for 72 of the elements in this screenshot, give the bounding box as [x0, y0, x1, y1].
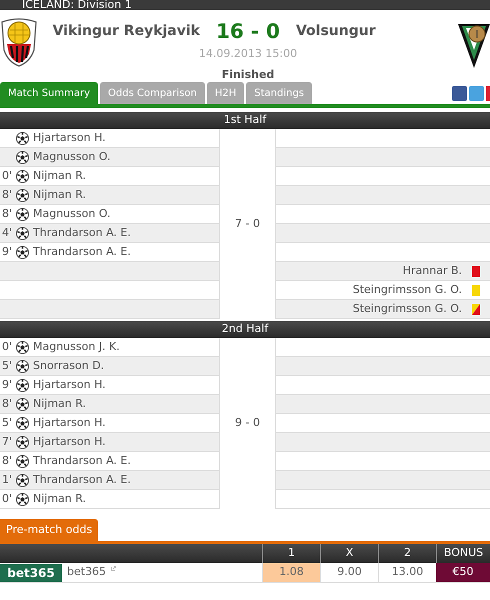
player-name: Thrandarson A. E.	[33, 452, 131, 469]
soccer-ball-icon	[16, 398, 29, 410]
match-score: 16 - 0	[216, 18, 280, 45]
facebook-icon[interactable]	[452, 86, 467, 101]
player-name: Snorrason D.	[33, 358, 104, 374]
bookmaker-logo[interactable]: bet365	[0, 564, 62, 582]
odds-value[interactable]: 1.08	[262, 563, 320, 582]
player-name: Hjartarson H.	[33, 130, 106, 146]
minute-text: 7'	[2, 434, 12, 450]
tab[interactable]: Odds Comparison	[100, 82, 205, 104]
minute-text: 0'	[2, 490, 12, 507]
soccer-ball-icon	[16, 378, 29, 392]
minute-text: 8'	[2, 396, 12, 412]
soccer-ball-icon	[16, 416, 29, 430]
player-name: Thrandarson A. E.	[33, 472, 131, 488]
player-name: Magnusson O.	[33, 148, 111, 165]
player-name: Thrandarson A. E.	[33, 224, 131, 241]
section-tab[interactable]: Pre-match odds	[0, 519, 98, 541]
player-name: Hjartarson H.	[33, 376, 106, 393]
minute-text: 5'	[2, 414, 12, 431]
tab[interactable]: Match Summary	[0, 82, 98, 104]
bookmaker-link[interactable]: bet365	[67, 564, 106, 581]
league-title: ICELAND: Division 1	[22, 0, 132, 10]
half-score: 7 - 0	[235, 216, 260, 232]
minute-text: 9'	[2, 376, 12, 393]
soccer-ball-icon	[16, 474, 29, 486]
home-team-name: Vikingur Reykjavik	[52, 22, 200, 40]
player-name: Steingrimsson G. O.	[352, 282, 462, 298]
minute-text: 1'	[2, 472, 12, 488]
soccer-ball-icon	[16, 132, 29, 144]
minute-text: 0'	[2, 168, 12, 184]
soccer-ball-icon	[16, 170, 29, 182]
player-name: Nijman R.	[33, 186, 86, 203]
soccer-ball-icon	[16, 246, 29, 258]
away-team-name: Volsungur	[296, 22, 377, 40]
half-score: 9 - 0	[235, 415, 260, 432]
soccer-ball-icon	[16, 188, 29, 202]
player-name: Thrandarson A. E.	[33, 244, 131, 260]
bonus-button[interactable]: €50	[436, 563, 490, 582]
external-link-icon	[111, 566, 116, 571]
minute-text: 8'	[2, 452, 12, 469]
minute-text: 4'	[2, 224, 12, 241]
soccer-ball-icon	[16, 340, 29, 354]
minute-text: 8'	[2, 186, 12, 203]
share-icon[interactable]	[486, 86, 490, 101]
player-name: Nijman R.	[33, 396, 86, 412]
minute-text: 8'	[2, 206, 12, 222]
minute-text: 5'	[2, 358, 12, 374]
section-header: 2nd Half	[0, 321, 490, 338]
minute-text: 9'	[2, 244, 12, 260]
section-header: 1st Half	[0, 112, 490, 129]
tab[interactable]: H2H	[206, 82, 244, 104]
player-name: Hjartarson H.	[33, 414, 106, 431]
match-status: Finished	[222, 66, 274, 82]
player-name: Steingrimsson G. O.	[352, 300, 462, 317]
soccer-ball-icon	[16, 454, 29, 468]
player-name: Hrannar B.	[402, 262, 462, 279]
soccer-ball-icon	[16, 436, 29, 448]
twitter-icon[interactable]	[469, 86, 484, 101]
soccer-ball-icon	[16, 150, 29, 164]
player-name: Nijman R.	[33, 168, 86, 184]
minute-text: 0'	[2, 338, 12, 355]
player-name: Magnusson J. K.	[33, 338, 120, 355]
player-name: Hjartarson H.	[33, 434, 106, 450]
soccer-ball-icon	[16, 360, 29, 372]
soccer-ball-icon	[16, 208, 29, 220]
soccer-ball-icon	[16, 226, 29, 240]
soccer-ball-icon	[16, 492, 29, 506]
match-datetime: 14.09.2013 15:00	[198, 46, 298, 62]
player-name: Nijman R.	[33, 490, 86, 507]
player-name: Magnusson O.	[33, 206, 111, 222]
tab[interactable]: Standings	[246, 82, 312, 104]
